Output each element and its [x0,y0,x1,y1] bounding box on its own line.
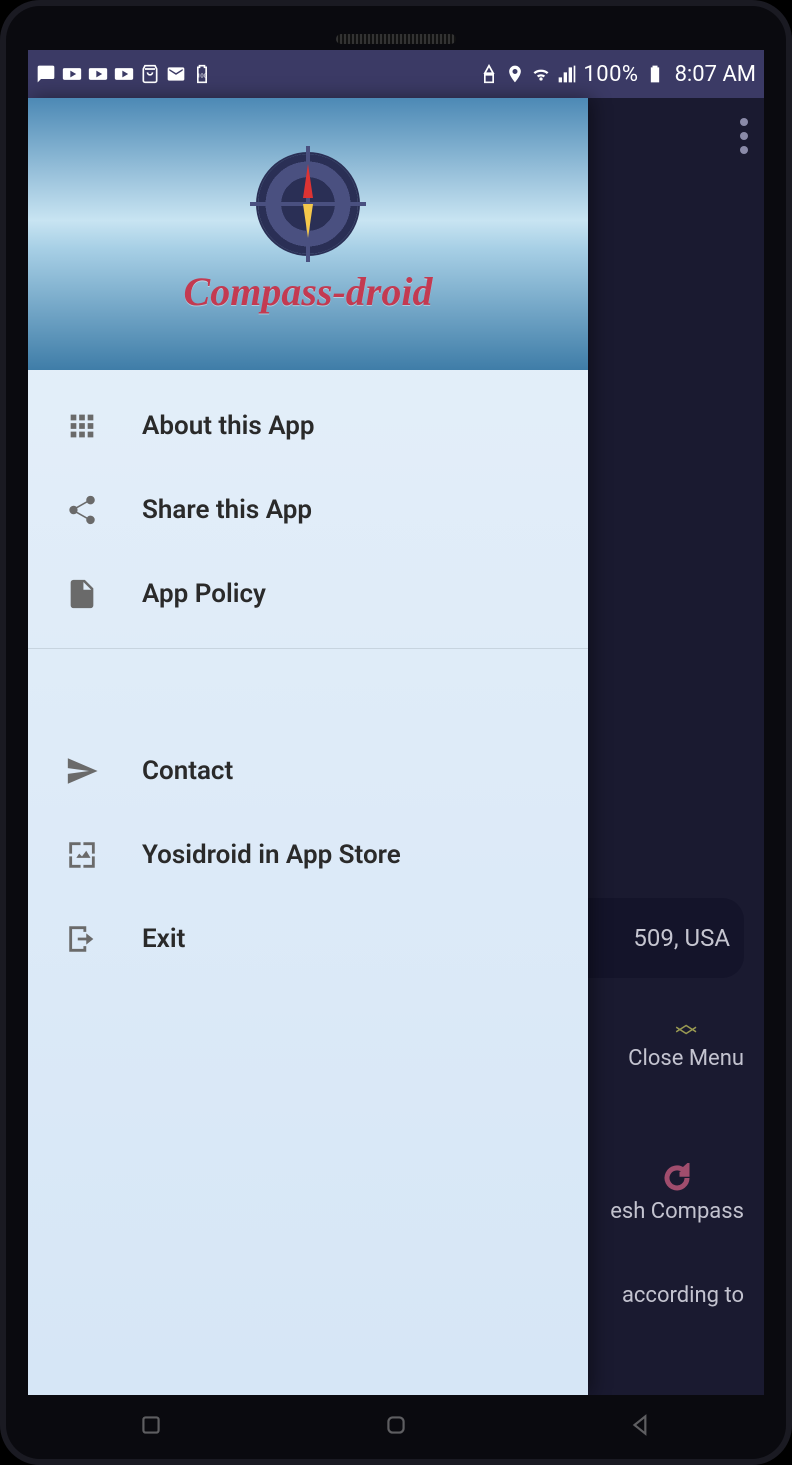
drawer-item-share[interactable]: Share this App [28,468,588,552]
drawer-header: Compass-droid [28,98,588,370]
location-icon [505,64,525,84]
drawer-list: About this App Share this App App Policy [28,370,588,1395]
wifi-icon [531,64,551,84]
drawer-item-label: Contact [142,756,233,786]
drawer-divider [28,648,588,649]
youtube-icon [88,64,108,84]
close-menu-label: Close Menu [628,1046,744,1071]
drawer-item-contact[interactable]: Contact [28,729,588,813]
drawer-item-label: About this App [142,411,315,441]
overflow-menu-button[interactable] [740,118,748,154]
device-frame: 100 100% 8:07 AM 509, USA ︿ ﹀ [0,0,792,1465]
close-menu-button[interactable]: ︿ ﹀ Close Menu [628,1018,744,1071]
nav-softkeys [28,1403,764,1447]
chat-icon [36,64,56,84]
speaker-grille [336,34,456,44]
drawer-item-label: Share this App [142,495,312,525]
clock: 8:07 AM [675,62,756,87]
nav-drawer: Compass-droid About this App Share this … [28,98,588,1395]
screen: 100 100% 8:07 AM 509, USA ︿ ﹀ [28,50,764,1395]
status-right: 100% 8:07 AM [479,62,756,87]
address-text: 509, USA [633,924,730,952]
svg-text:100: 100 [197,73,207,79]
drawer-item-about[interactable]: About this App [28,384,588,468]
home-button[interactable] [383,1412,409,1438]
shopping-bag-icon [140,64,160,84]
drawer-item-label: App Policy [142,579,266,609]
battery-percent: 100% [583,62,638,87]
app-title: Compass-droid [184,268,433,315]
back-button[interactable] [628,1412,654,1438]
battery-hundred-icon: 100 [192,64,212,84]
drawer-item-label: Exit [142,924,185,954]
info-text: according to [622,1283,744,1308]
chevron-down-icon: ﹀ [628,1032,744,1046]
drawer-item-policy[interactable]: App Policy [28,552,588,636]
refresh-icon [662,1163,692,1193]
youtube-icon [62,64,82,84]
app-logo [258,154,358,254]
refresh-label: esh Compass [610,1199,744,1224]
send-icon [62,751,102,791]
recent-apps-button[interactable] [138,1412,164,1438]
mail-icon [166,64,186,84]
share-icon [62,490,102,530]
drawer-item-exit[interactable]: Exit [28,897,588,981]
drawer-item-appstore[interactable]: Yosidroid in App Store [28,813,588,897]
exit-icon [62,919,102,959]
drawer-item-label: Yosidroid in App Store [142,840,401,870]
refresh-compass-button[interactable]: esh Compass [610,1163,744,1224]
status-bar: 100 100% 8:07 AM [28,50,764,98]
status-left-icons: 100 [36,64,212,84]
mute-icon [479,64,499,84]
wallpaper-icon [62,835,102,875]
youtube-icon [114,64,134,84]
signal-icon [557,64,577,84]
apps-icon [62,406,102,446]
address-chip[interactable]: 509, USA [564,898,744,978]
file-icon [62,574,102,614]
battery-full-icon [645,64,665,84]
